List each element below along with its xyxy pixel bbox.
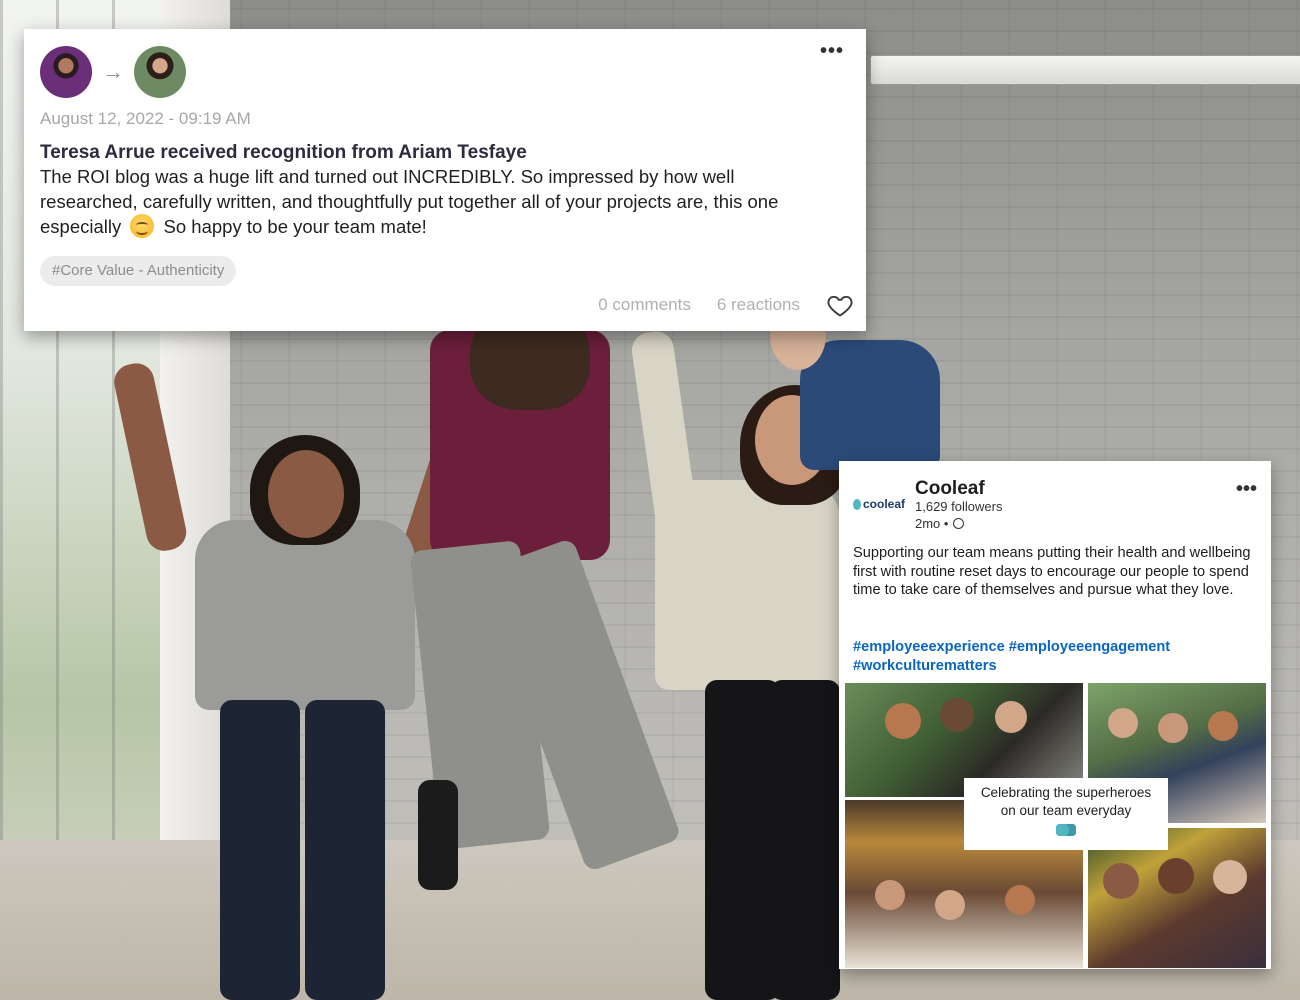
recognition-participants: → [40, 45, 186, 99]
caption-line-1: Celebrating the superheroes [980, 785, 1152, 800]
globe-icon [953, 518, 965, 529]
projector-screen [870, 55, 1300, 85]
more-options-icon[interactable]: ••• [1236, 479, 1257, 499]
leaf-icon [1056, 824, 1076, 836]
recognition-message: The ROI blog was a huge lift and turned … [40, 165, 830, 240]
company-name[interactable]: Cooleaf [915, 478, 985, 500]
heart-icon[interactable] [826, 291, 854, 319]
recognition-date: August 12, 2022 - 09:19 AM [40, 109, 251, 128]
social-post-card: cooleaf Cooleaf 1,629 followers 2mo • ••… [839, 461, 1271, 969]
photo-collage[interactable]: Celebrating the superheroes on our team … [845, 683, 1266, 968]
follower-count: 1,629 followers [915, 499, 1003, 514]
comments-link[interactable]: 0 comments [598, 295, 691, 315]
arrow-right-icon: → [102, 59, 124, 84]
cooleaf-logo-icon[interactable]: cooleaf [853, 494, 905, 514]
core-value-tag[interactable]: #Core Value - Authenticity [40, 256, 237, 286]
collage-caption: Celebrating the superheroes on our team … [964, 778, 1168, 850]
logo-text: cooleaf [862, 497, 905, 511]
avatar-icon[interactable] [134, 46, 186, 98]
recognition-card: → ••• August 12, 2022 - 09:19 AM Teresa … [24, 29, 866, 331]
leaf-icon [853, 498, 861, 510]
reactions-link[interactable]: 6 reactions [717, 295, 800, 315]
caption-line-2: on our team everyday [1000, 803, 1132, 818]
recognition-title: Teresa Arrue received recognition from A… [40, 142, 527, 163]
more-options-icon[interactable]: ••• [820, 41, 844, 61]
recognition-message-text-end: So happy to be your team mate! [163, 216, 427, 237]
post-age: 2mo • [915, 516, 949, 531]
avatar-icon[interactable] [40, 46, 92, 98]
post-text: Supporting our team means putting their … [853, 545, 1251, 599]
smiling-face-icon [130, 214, 155, 238]
recognition-footer: 0 comments 6 reactions [598, 291, 854, 319]
post-timestamp: 2mo • [915, 516, 965, 531]
post-hashtags[interactable]: #employeeexperience #employeeengagement … [853, 638, 1258, 675]
